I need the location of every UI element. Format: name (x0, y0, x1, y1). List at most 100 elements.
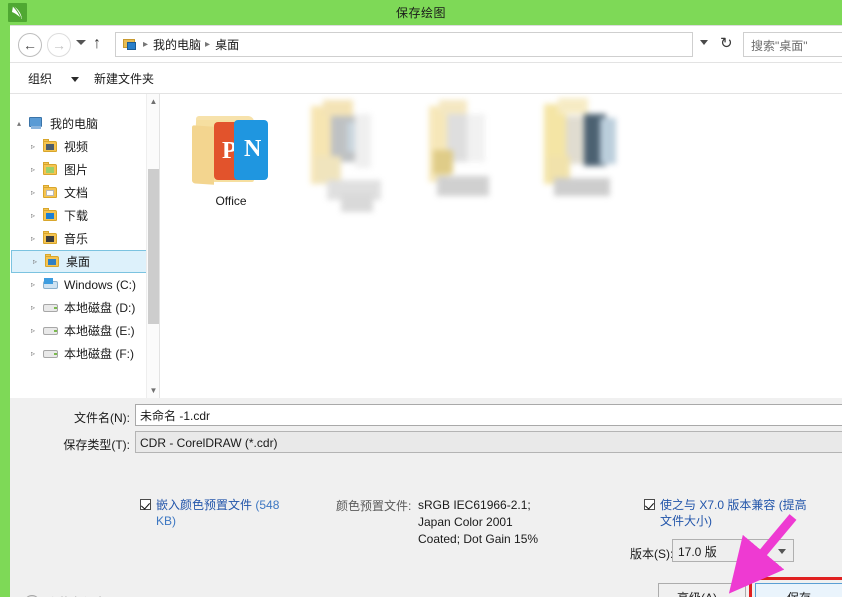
advanced-button[interactable]: 高级(A)... (658, 583, 746, 597)
folder-icon-blurred (301, 94, 401, 224)
sidebar-item-9[interactable]: ▹ 本地磁盘 (E:) (10, 319, 160, 342)
computer-icon (28, 116, 46, 131)
up-arrow-icon[interactable]: ↑ (93, 35, 101, 53)
tree-expand-icon[interactable]: ▹ (24, 349, 42, 358)
my-computer-icon (121, 38, 137, 52)
x7-compat-label: 使之与 X7.0 版本兼容 (提高文件大小) (660, 497, 814, 529)
chevron-down-icon[interactable] (700, 40, 708, 45)
folder-icon-blurred (421, 94, 521, 224)
list-item[interactable] (281, 94, 421, 224)
embed-color-profile-label: 嵌入颜色预置文件 (156, 498, 252, 512)
local-drive-icon (42, 346, 60, 361)
navigation-pane: ▴ 我的电脑 ▹ 视频 ▹ 图片 ▹ 文档 ▹ 下载 ▹ 音乐 ▹ 桌面 ▹ Windows (C:) ▹ 本地磁… (10, 94, 160, 398)
breadcrumb-item-desktop[interactable]: 桌面 (215, 36, 239, 53)
breadcrumb[interactable]: ▸ 我的电脑 ▸ 桌面 (115, 32, 693, 57)
sidebar-item-2[interactable]: ▹ 图片 (10, 158, 160, 181)
sidebar-item-label: 文档 (64, 184, 88, 201)
sidebar-item-4[interactable]: ▹ 下载 (10, 204, 160, 227)
local-drive-icon (42, 300, 60, 315)
version-value: 17.0 版 (678, 545, 717, 559)
toolbar: 组织 新建文件夹 (10, 63, 842, 94)
refresh-icon[interactable]: ↻ (720, 36, 733, 52)
recent-locations-icon[interactable] (76, 40, 86, 45)
filename-input[interactable]: 未命名 -1.cdr (135, 404, 842, 426)
music-folder-icon (42, 231, 60, 246)
sidebar-item-10[interactable]: ▹ 本地磁盘 (F:) (10, 342, 160, 365)
filetype-select[interactable]: CDR - CorelDRAW (*.cdr) (135, 431, 842, 453)
sidebar-item-label: 音乐 (64, 230, 88, 247)
videos-folder-icon (42, 139, 60, 154)
search-placeholder: 搜索"桌面" (751, 37, 808, 54)
titlebar: 保存绘图 (0, 0, 842, 25)
chevron-down-icon[interactable] (71, 77, 79, 82)
list-item[interactable] (516, 94, 656, 224)
tree-expand-icon[interactable]: ▹ (24, 165, 42, 174)
version-select[interactable]: 17.0 版 (672, 539, 794, 562)
color-profile-line-1: sRGB IEC61966-2.1; (418, 497, 538, 514)
sidebar-item-0[interactable]: ▴ 我的电脑 (10, 112, 160, 135)
folder-icon-blurred (536, 94, 636, 224)
sidebar-item-7[interactable]: ▹ Windows (C:) (10, 273, 160, 296)
navigation-scrollbar[interactable]: ▲ ▼ (146, 94, 159, 398)
sidebar-item-3[interactable]: ▹ 文档 (10, 181, 160, 204)
chevron-down-icon[interactable]: ▼ (147, 383, 160, 398)
color-profile-value: sRGB IEC61966-2.1; Japan Color 2001 Coat… (418, 497, 538, 548)
breadcrumb-item-computer[interactable]: 我的电脑 (153, 36, 201, 53)
color-profile-line-2: Japan Color 2001 (418, 514, 538, 531)
x7-compat-checkbox[interactable] (644, 499, 655, 510)
tree-expand-icon[interactable]: ▹ (24, 280, 42, 289)
office-folder-icon: P N (186, 110, 276, 190)
dialog-body: ← → ↑ ▸ 我的电脑 ▸ 桌面 ↻ 搜索"桌面" 组织 新建文 (10, 25, 842, 597)
sidebar-item-label: 视频 (64, 138, 88, 155)
organize-button[interactable]: 组织 (28, 70, 52, 87)
back-arrow-icon[interactable]: ← (18, 33, 42, 57)
sidebar-item-label: Windows (C:) (64, 278, 136, 292)
version-label: 版本(S): (630, 545, 673, 562)
color-profile-line-3: Coated; Dot Gain 15% (418, 531, 538, 548)
tree-expand-icon[interactable]: ▹ (24, 188, 42, 197)
sidebar-item-1[interactable]: ▹ 视频 (10, 135, 160, 158)
tree-expand-icon[interactable]: ▹ (24, 142, 42, 151)
embed-color-profile-option[interactable]: 嵌入颜色预置文件 (548 KB) (140, 497, 290, 529)
save-drawing-dialog-window: 保存绘图 ← → ↑ ▸ 我的电脑 ▸ 桌面 ↻ 搜索"桌面" (0, 0, 842, 597)
sidebar-item-5[interactable]: ▹ 音乐 (10, 227, 160, 250)
sidebar-item-label: 我的电脑 (50, 115, 98, 132)
windows-drive-icon (42, 277, 60, 292)
sidebar-item-label: 桌面 (66, 253, 90, 270)
sidebar-item-label: 本地磁盘 (D:) (64, 299, 135, 316)
list-item-label: Office (171, 194, 291, 208)
window-title: 保存绘图 (0, 4, 842, 21)
sidebar-item-8[interactable]: ▹ 本地磁盘 (D:) (10, 296, 160, 319)
tree-expand-icon[interactable]: ▹ (24, 211, 42, 220)
breadcrumb-separator: ▸ (143, 39, 148, 50)
chevron-down-icon[interactable] (778, 549, 786, 554)
tree-expand-icon[interactable]: ▹ (26, 257, 44, 266)
desktop-folder-icon (44, 254, 62, 269)
breadcrumb-separator-2: ▸ (205, 39, 210, 50)
filetype-label: 保存类型(T): (30, 436, 130, 453)
sidebar-item-label: 图片 (64, 161, 88, 178)
chevron-up-icon[interactable]: ▲ (147, 94, 160, 109)
search-input[interactable]: 搜索"桌面" (743, 32, 842, 57)
sidebar-item-6[interactable]: ▹ 桌面 (11, 250, 157, 273)
scrollbar-thumb[interactable] (148, 169, 159, 324)
tree-collapse-icon[interactable]: ▴ (10, 119, 28, 128)
downloads-folder-icon (42, 208, 60, 223)
file-list[interactable]: P N Office (161, 94, 842, 398)
folder-tree: ▴ 我的电脑 ▹ 视频 ▹ 图片 ▹ 文档 ▹ 下载 ▹ 音乐 ▹ 桌面 ▹ Windows (C:) ▹ 本地磁… (10, 112, 160, 365)
embed-color-profile-checkbox[interactable] (140, 499, 151, 510)
tree-expand-icon[interactable]: ▹ (24, 326, 42, 335)
sidebar-item-label: 下载 (64, 207, 88, 224)
sidebar-item-label: 本地磁盘 (E:) (64, 322, 135, 339)
filename-label: 文件名(N): (30, 409, 130, 426)
list-item[interactable]: P N Office (171, 110, 291, 208)
tree-expand-icon[interactable]: ▹ (24, 234, 42, 243)
sidebar-item-label: 本地磁盘 (F:) (64, 345, 134, 362)
address-bar: ← → ↑ ▸ 我的电脑 ▸ 桌面 ↻ 搜索"桌面" (10, 26, 842, 63)
forward-arrow-icon[interactable]: → (47, 33, 71, 57)
save-button-highlight (749, 577, 842, 597)
x7-compat-option[interactable]: 使之与 X7.0 版本兼容 (提高文件大小) (644, 497, 814, 529)
new-folder-button[interactable]: 新建文件夹 (94, 70, 154, 87)
tree-expand-icon[interactable]: ▹ (24, 303, 42, 312)
color-profile-label: 颜色预置文件: (336, 497, 411, 514)
